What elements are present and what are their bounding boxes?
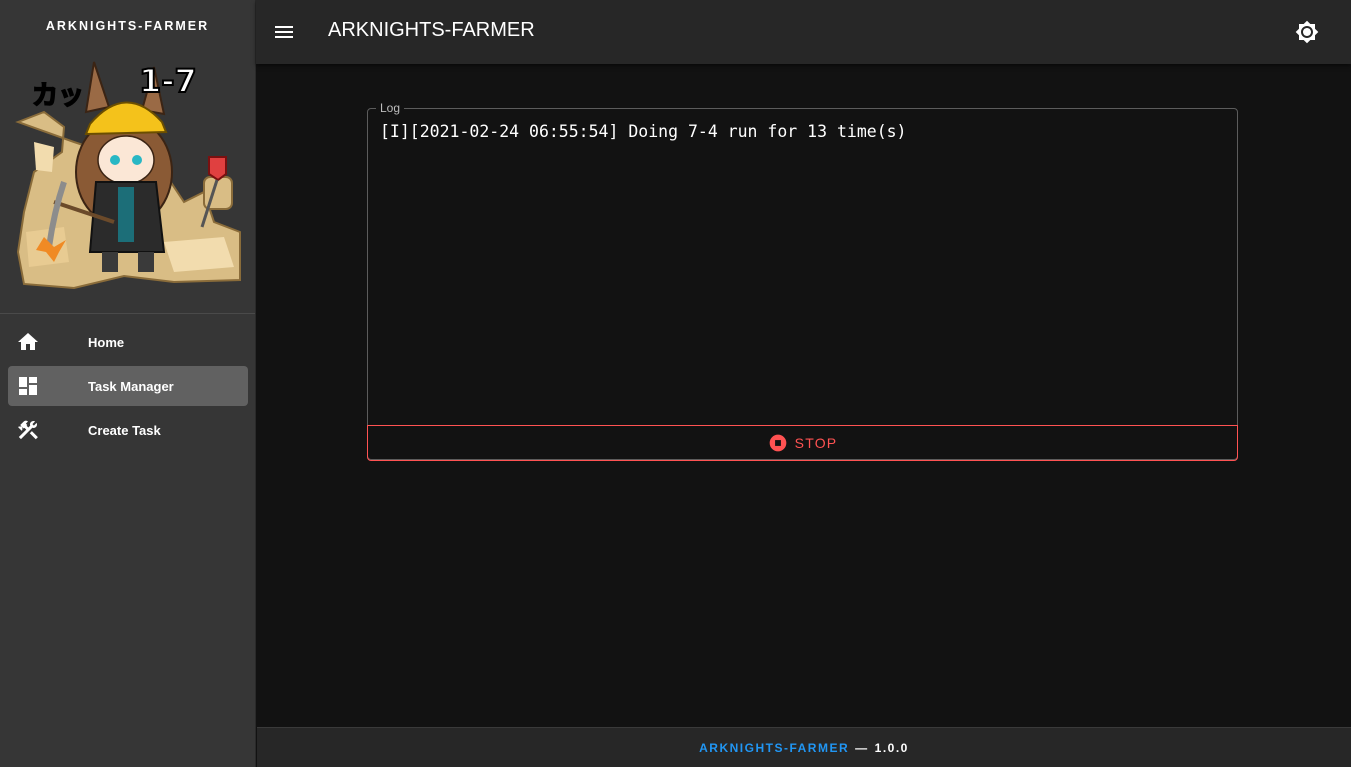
art-caption-left: カッ [32, 81, 84, 111]
sidebar-item-label: Create Task [88, 422, 161, 438]
page-title: ARKNIGHTS-FARMER [328, 19, 535, 41]
stop-button-label: STOP [794, 435, 838, 451]
stop-button[interactable]: STOP [367, 425, 1238, 461]
footer-brand: ARKNIGHTS-FARMER [699, 740, 850, 755]
sidebar-item-label: Home [88, 334, 125, 350]
log-panel: Log [I][2021-02-24 06:55:54] Doing 7-4 r… [367, 101, 1238, 461]
app-bar: ARKNIGHTS-FARMER [256, 0, 1351, 64]
tools-icon [18, 420, 38, 440]
sidebar-divider [0, 313, 255, 314]
menu-icon[interactable] [272, 20, 296, 44]
footer: ARKNIGHTS-FARMER — 1.0.0 [257, 727, 1351, 767]
home-icon [18, 333, 38, 350]
sidebar-title: ARKNIGHTS-FARMER [45, 19, 210, 33]
app-root: ARKNIGHTS-FARMER カッ 1-7 Home Task Manage… [0, 0, 1365, 767]
sidebar-item-task-manager[interactable]: Task Manager [8, 366, 248, 406]
footer-separator: — [855, 740, 869, 755]
sidebar-item-create-task[interactable]: Create Task [8, 410, 248, 450]
art-caption-right: 1-7 [139, 62, 197, 100]
sidebar-item-label: Task Manager [88, 378, 174, 394]
scrollbar-track[interactable] [1351, 0, 1365, 767]
sidebar-mascot-image: カッ 1-7 [15, 61, 241, 290]
dashboard-icon [19, 377, 37, 395]
log-legend: Log [376, 101, 405, 115]
stop-circle-icon [769, 434, 786, 452]
sidebar: ARKNIGHTS-FARMER カッ 1-7 Home Task Manage… [0, 0, 256, 767]
sidebar-item-home[interactable]: Home [8, 322, 248, 362]
brightness-icon[interactable] [1295, 20, 1319, 44]
sidebar-nav: Home Task Manager Create Task [8, 322, 248, 454]
log-output: [I][2021-02-24 06:55:54] Doing 7-4 run f… [380, 122, 907, 141]
footer-version: 1.0.0 [874, 740, 909, 755]
